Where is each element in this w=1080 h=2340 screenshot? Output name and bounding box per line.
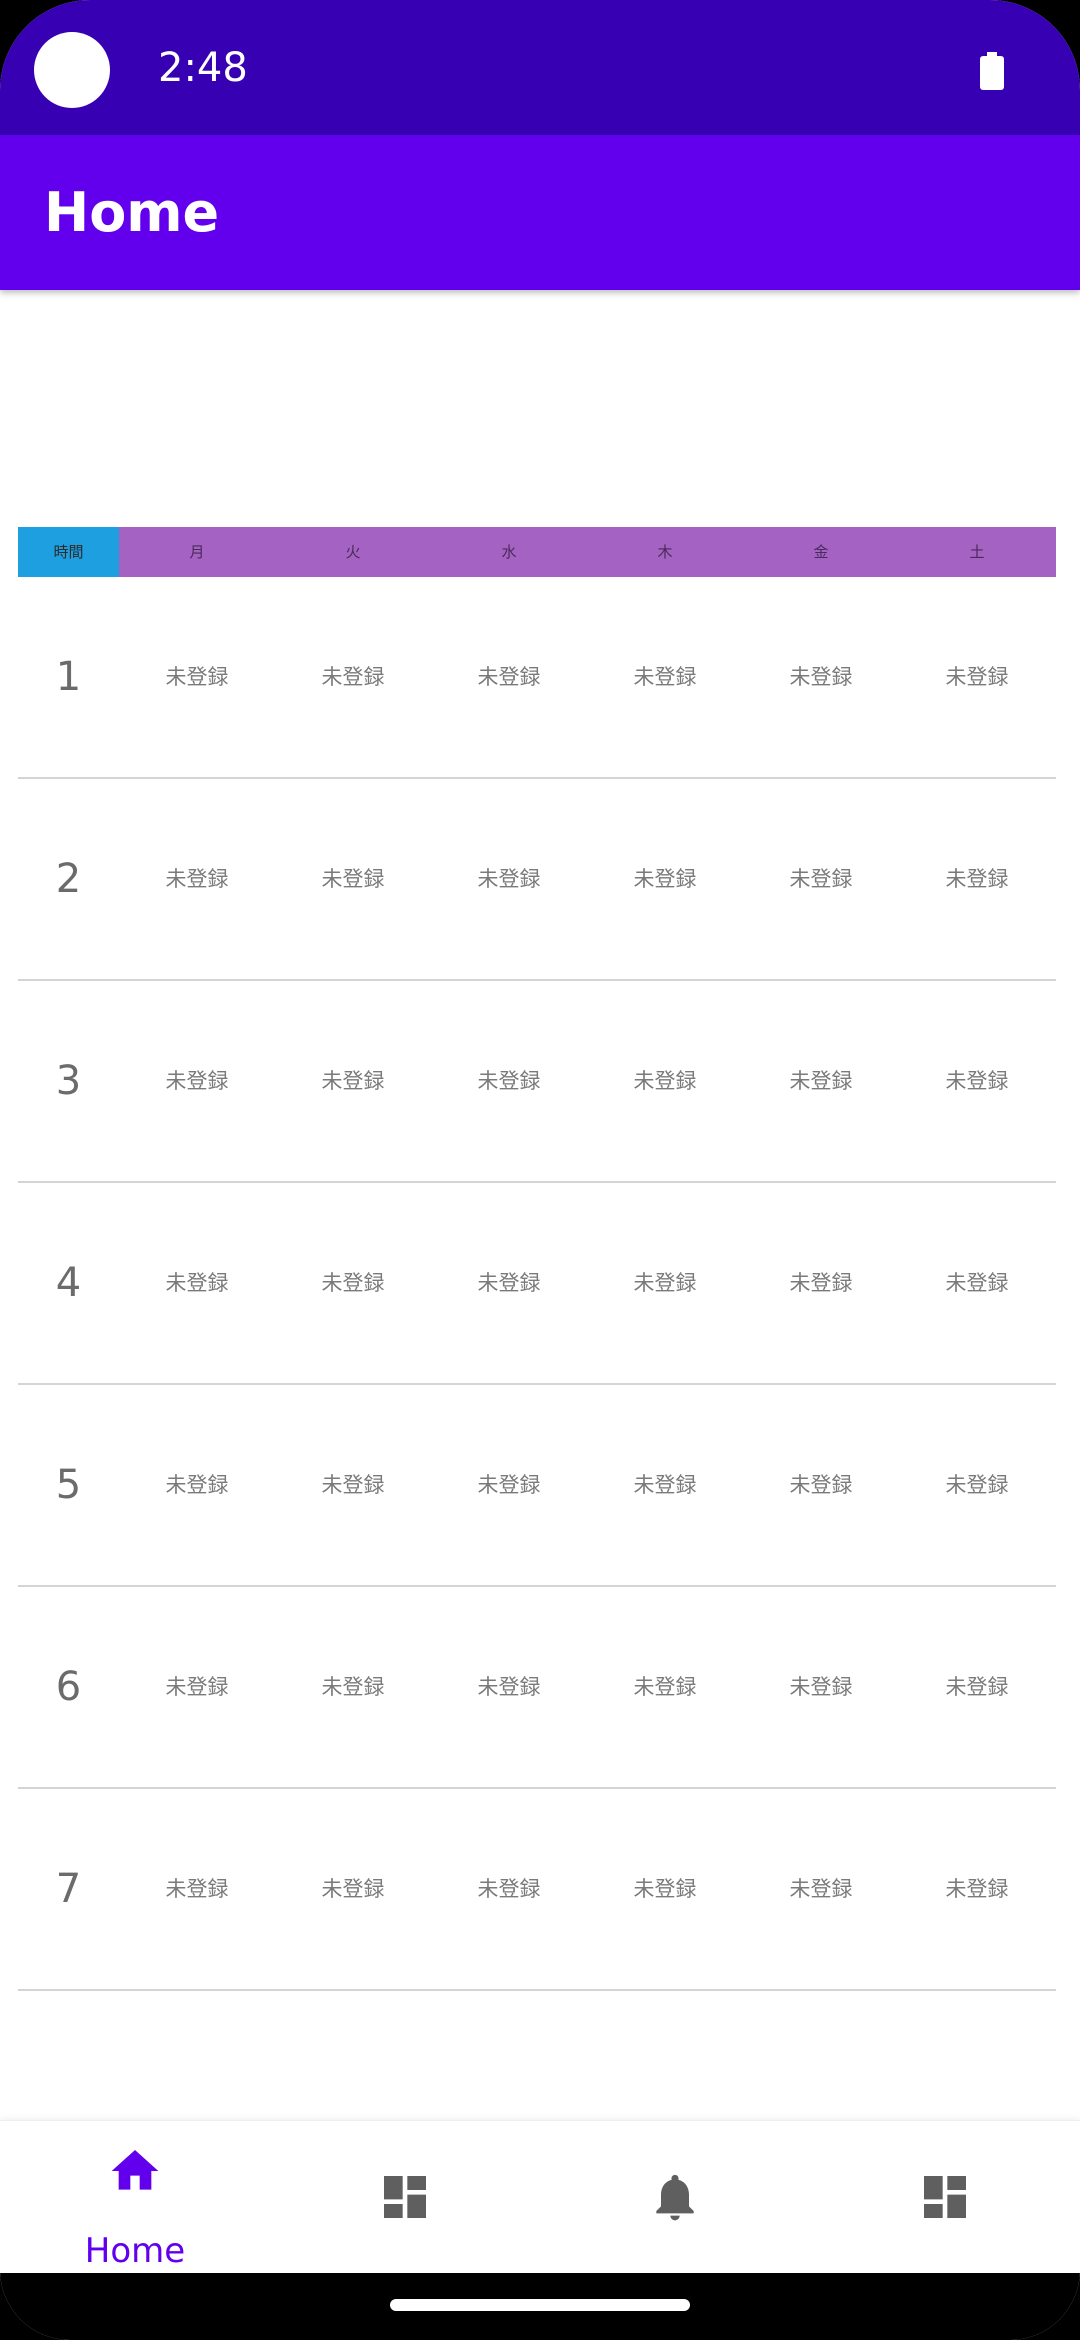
timetable-cell-mon[interactable]: 未登録	[119, 981, 275, 1181]
app-bar: Home	[0, 135, 1080, 290]
timetable-cell-thu[interactable]: 未登録	[587, 779, 743, 979]
timetable-cell-sat[interactable]: 未登録	[899, 1385, 1055, 1585]
camera-cutout	[34, 32, 110, 108]
timetable-cell-tue[interactable]: 未登録	[275, 981, 431, 1181]
home-icon	[111, 2150, 159, 2190]
header-day-mon: 月	[189, 543, 205, 561]
nav-item-dashboard[interactable]	[270, 2121, 540, 2274]
timetable-cell-thu[interactable]: 未登録	[587, 1587, 743, 1787]
table-row: 6 未登録 未登録 未登録 未登録 未登録 未登録	[18, 1587, 1056, 1789]
nav-label-home: Home	[84, 2231, 186, 2271]
timetable-cell-wed[interactable]: 未登録	[431, 1587, 587, 1787]
timetable-cell-sat[interactable]: 未登録	[899, 1587, 1055, 1787]
period-number: 7	[55, 1866, 82, 1912]
timetable-cell-mon[interactable]: 未登録	[119, 1789, 275, 1989]
period-number: 2	[55, 856, 82, 902]
timetable-cell-sat[interactable]: 未登録	[899, 981, 1055, 1181]
timetable-cell-tue[interactable]: 未登録	[275, 577, 431, 777]
timetable-cell-fri[interactable]: 未登録	[743, 981, 899, 1181]
timetable-cell-mon[interactable]: 未登録	[119, 1385, 275, 1585]
timetable-cell-mon[interactable]: 未登録	[119, 779, 275, 979]
timetable-cell-fri[interactable]: 未登録	[743, 1385, 899, 1585]
timetable-cell-tue[interactable]: 未登録	[275, 1183, 431, 1383]
timetable-cell-tue[interactable]: 未登録	[275, 1587, 431, 1787]
table-row: 3 未登録 未登録 未登録 未登録 未登録 未登録	[18, 981, 1056, 1183]
bell-icon	[656, 2174, 694, 2221]
phone-screen: 2:48 Home 時間 月 火 水 木 金 土 1 未登録 未登録 未登録 未登録 未登…	[0, 0, 1080, 2340]
timetable-cell-mon[interactable]: 未登録	[119, 577, 275, 777]
home-gesture-handle[interactable]	[390, 2299, 690, 2311]
timetable-cell-sat[interactable]: 未登録	[899, 577, 1055, 777]
timetable-cell-wed[interactable]: 未登録	[431, 1789, 587, 1989]
nav-item-home[interactable]: Home	[0, 2121, 270, 2274]
table-row: 4 未登録 未登録 未登録 未登録 未登録 未登録	[18, 1183, 1056, 1385]
timetable-cell-thu[interactable]: 未登録	[587, 577, 743, 777]
status-time: 2:48	[158, 45, 248, 91]
period-number: 4	[55, 1260, 82, 1306]
period-number: 3	[55, 1058, 82, 1104]
dashboard-icon	[924, 2176, 966, 2218]
dashboard-icon	[384, 2176, 426, 2218]
timetable-cell-fri[interactable]: 未登録	[743, 1587, 899, 1787]
timetable-cell-wed[interactable]: 未登録	[431, 1183, 587, 1383]
timetable-cell-fri[interactable]: 未登録	[743, 577, 899, 777]
header-day-fri: 金	[813, 543, 829, 561]
timetable-cell-wed[interactable]: 未登録	[431, 981, 587, 1181]
nav-item-notifications[interactable]	[540, 2121, 810, 2274]
status-bar: 2:48	[0, 0, 1080, 135]
period-number: 6	[55, 1664, 82, 1710]
timetable-cell-mon[interactable]: 未登録	[119, 1587, 275, 1787]
timetable-cell-thu[interactable]: 未登録	[587, 1183, 743, 1383]
timetable-cell-sat[interactable]: 未登録	[899, 1789, 1055, 1989]
timetable-cell-tue[interactable]: 未登録	[275, 779, 431, 979]
timetable-cell-thu[interactable]: 未登録	[587, 1789, 743, 1989]
timetable-cell-wed[interactable]: 未登録	[431, 577, 587, 777]
timetable-cell-fri[interactable]: 未登録	[743, 1183, 899, 1383]
timetable-header: 時間 月 火 水 木 金 土	[18, 527, 1056, 577]
timetable-rows: 1 未登録 未登録 未登録 未登録 未登録 未登録 2 未登録 未登録 未登録 未登録 未登録 未登録 3 未…	[18, 577, 1056, 1991]
timetable: 時間 月 火 水 木 金 土 1 未登録 未登録 未登録 未登録 未登録 未登録 2 未登録 未登…	[18, 527, 1056, 1991]
header-day-wed: 水	[501, 543, 517, 561]
table-row: 5 未登録 未登録 未登録 未登録 未登録 未登録	[18, 1385, 1056, 1587]
header-day-tue: 火	[345, 543, 361, 561]
table-row: 1 未登録 未登録 未登録 未登録 未登録 未登録	[18, 577, 1056, 779]
gesture-bar	[0, 2273, 1080, 2340]
battery-icon	[980, 52, 1004, 90]
page-title: Home	[44, 181, 220, 244]
timetable-cell-fri[interactable]: 未登録	[743, 779, 899, 979]
header-day-sat: 土	[969, 543, 985, 561]
period-number: 5	[55, 1462, 82, 1508]
timetable-cell-sat[interactable]: 未登録	[899, 779, 1055, 979]
timetable-cell-fri[interactable]: 未登録	[743, 1789, 899, 1989]
timetable-cell-thu[interactable]: 未登録	[587, 981, 743, 1181]
timetable-cell-sat[interactable]: 未登録	[899, 1183, 1055, 1383]
timetable-cell-mon[interactable]: 未登録	[119, 1183, 275, 1383]
nav-item-dashboard-2[interactable]	[810, 2121, 1080, 2274]
timetable-cell-thu[interactable]: 未登録	[587, 1385, 743, 1585]
header-day-thu: 木	[657, 543, 673, 561]
table-row: 7 未登録 未登録 未登録 未登録 未登録 未登録	[18, 1789, 1056, 1991]
table-row: 2 未登録 未登録 未登録 未登録 未登録 未登録	[18, 779, 1056, 981]
period-number: 1	[55, 654, 82, 700]
bottom-navigation: Home	[0, 2120, 1080, 2273]
header-time-label: 時間	[18, 527, 119, 577]
timetable-cell-tue[interactable]: 未登録	[275, 1789, 431, 1989]
timetable-cell-wed[interactable]: 未登録	[431, 1385, 587, 1585]
timetable-cell-tue[interactable]: 未登録	[275, 1385, 431, 1585]
timetable-cell-wed[interactable]: 未登録	[431, 779, 587, 979]
